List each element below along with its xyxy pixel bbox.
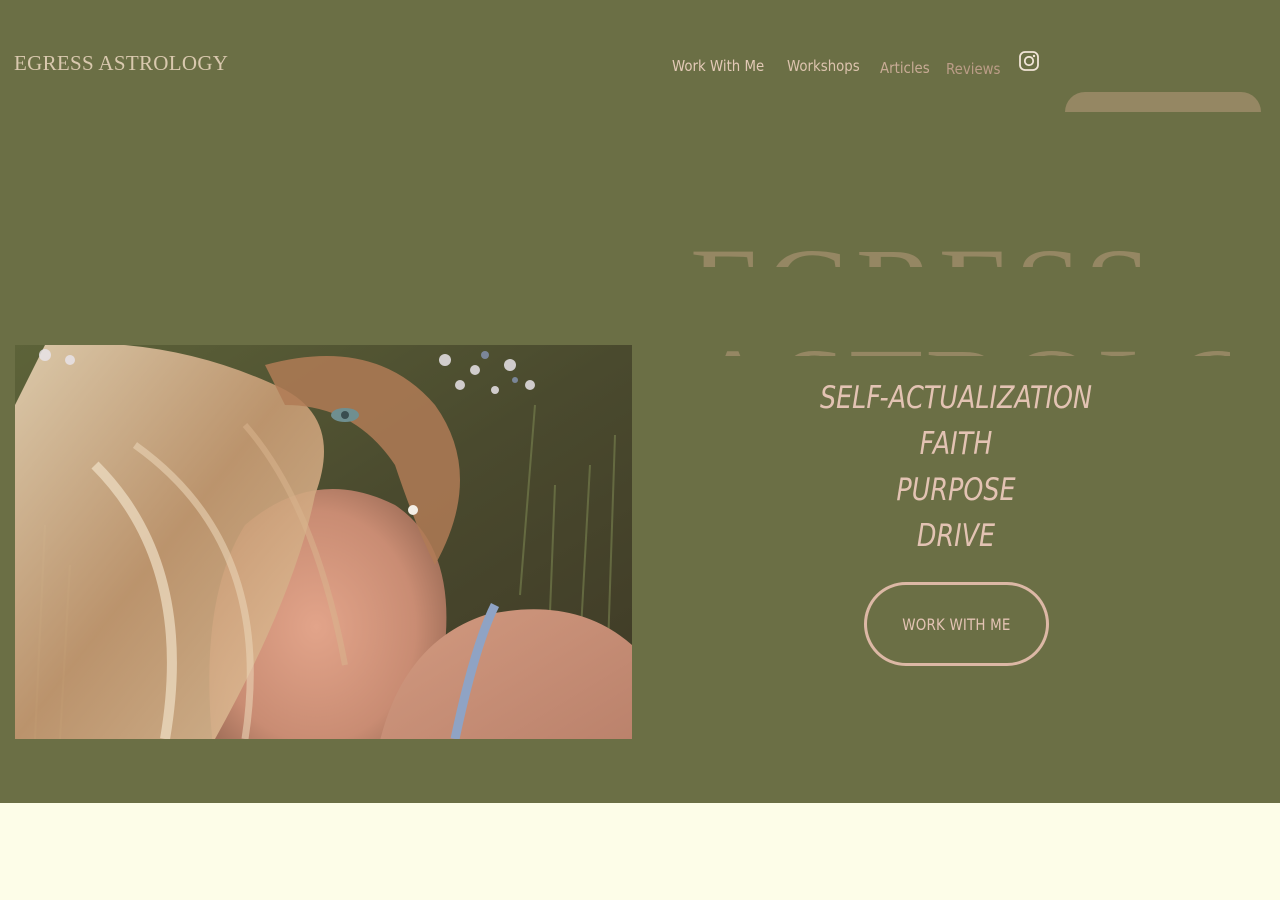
nav-item-work-with-me[interactable]: Work With Me	[672, 57, 764, 75]
hero-tagline: SELF-ACTUALIZATION FAITH PURPOSE DRIVE	[740, 375, 1172, 559]
tagline-line-3: PURPOSE	[896, 472, 1016, 508]
instagram-icon[interactable]	[1019, 51, 1039, 71]
work-with-me-button-label: WORK WITH ME	[902, 614, 1011, 634]
decorative-tab	[1065, 92, 1261, 112]
nav-item-workshops[interactable]: Workshops	[787, 57, 860, 75]
hero-title-line2: ASTROLOGY	[690, 332, 1230, 356]
hero-section: EGRESS ASTROLOGY Work With Me Workshops …	[0, 0, 1280, 803]
main-nav: Work With Me Workshops Articles Reviews	[672, 52, 1001, 78]
tagline-line-1: SELF-ACTUALIZATION	[819, 380, 1093, 416]
tagline-line-2: FAITH	[919, 426, 993, 462]
work-with-me-button[interactable]: WORK WITH ME	[864, 582, 1049, 666]
hero-title-line1: EGRESS	[690, 232, 1230, 267]
nav-item-articles[interactable]: Articles	[880, 59, 930, 77]
tagline-line-4: DRIVE	[916, 518, 996, 554]
hero-photo	[15, 345, 632, 739]
site-logo[interactable]: EGRESS ASTROLOGY	[14, 51, 228, 76]
next-section	[0, 803, 1280, 900]
nav-item-reviews[interactable]: Reviews	[946, 60, 1001, 78]
